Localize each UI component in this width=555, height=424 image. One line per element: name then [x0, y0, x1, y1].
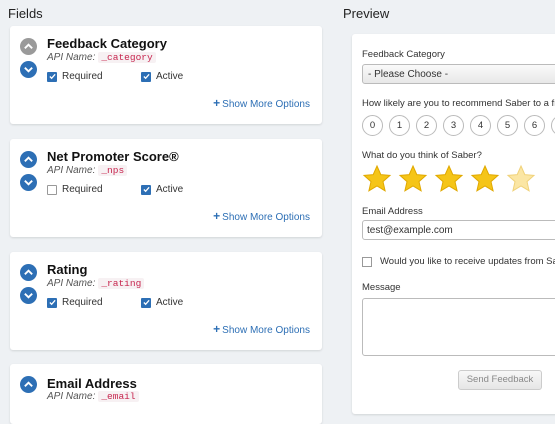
move-down-button[interactable]	[20, 61, 37, 78]
field-card-rating: Rating API Name: _rating Required Active …	[10, 252, 322, 350]
rating-question: What do you think of Saber?	[362, 150, 482, 161]
api-name: API Name: _nps	[47, 165, 128, 176]
active-checkbox[interactable]: Active	[141, 184, 183, 195]
email-label: Email Address	[362, 206, 423, 217]
email-input[interactable]: test@example.com	[362, 220, 555, 240]
field-card-email: Email Address API Name: _email	[10, 364, 322, 424]
star-rating[interactable]	[362, 164, 542, 194]
required-checkbox[interactable]: Required	[47, 184, 103, 195]
api-name: API Name: _category	[47, 52, 156, 63]
message-textarea[interactable]	[362, 298, 555, 356]
chevron-up-icon	[24, 381, 33, 387]
move-up-button[interactable]	[20, 38, 37, 55]
show-more-options-link[interactable]: + Show More Options	[213, 209, 310, 223]
category-label: Feedback Category	[362, 49, 445, 60]
move-up-button[interactable]	[20, 264, 37, 281]
move-down-button[interactable]	[20, 287, 37, 304]
nps-option[interactable]: 4	[470, 115, 491, 136]
show-more-options-link[interactable]: + Show More Options	[213, 322, 310, 336]
chevron-up-icon	[24, 269, 33, 275]
required-checkbox[interactable]: Required	[47, 71, 103, 82]
required-checkbox[interactable]: Required	[47, 297, 103, 308]
chevron-down-icon	[24, 180, 33, 186]
field-title: Email Address	[47, 376, 137, 391]
nps-option[interactable]: 7	[551, 115, 555, 136]
star-icon[interactable]	[362, 164, 392, 194]
send-feedback-button[interactable]: Send Feedback	[458, 370, 542, 390]
chevron-up-icon	[24, 43, 33, 49]
field-title: Net Promoter Score®	[47, 149, 179, 164]
field-card-nps: Net Promoter Score® API Name: _nps Requir…	[10, 139, 322, 237]
preview-panel: Feedback Category - Please Choose - How …	[352, 34, 555, 414]
move-down-button[interactable]	[20, 174, 37, 191]
field-title: Feedback Category	[47, 36, 167, 51]
preview-heading: Preview	[343, 6, 390, 21]
active-checkbox[interactable]: Active	[141, 297, 183, 308]
nps-option[interactable]: 0	[362, 115, 383, 136]
show-more-options-link[interactable]: + Show More Options	[213, 96, 310, 110]
move-up-button[interactable]	[20, 376, 37, 393]
star-icon[interactable]	[434, 164, 464, 194]
nps-scale: 01234567	[362, 115, 555, 136]
fields-heading: Fields	[8, 6, 43, 21]
category-select[interactable]: - Please Choose -	[362, 64, 555, 84]
field-title: Rating	[47, 262, 88, 277]
star-icon[interactable]	[398, 164, 428, 194]
chevron-down-icon	[24, 67, 33, 73]
chevron-down-icon	[24, 293, 33, 299]
updates-checkbox[interactable]: Would you like to receive updates from S…	[362, 256, 555, 267]
field-card-category: Feedback Category API Name: _category Req…	[10, 26, 322, 124]
nps-option[interactable]: 6	[524, 115, 545, 136]
chevron-up-icon	[24, 156, 33, 162]
message-label: Message	[362, 282, 401, 293]
active-checkbox[interactable]: Active	[141, 71, 183, 82]
nps-option[interactable]: 1	[389, 115, 410, 136]
star-icon[interactable]	[470, 164, 500, 194]
nps-option[interactable]: 5	[497, 115, 518, 136]
api-name: API Name: _rating	[47, 278, 145, 289]
nps-question: How likely are you to recommend Saber to…	[362, 98, 555, 109]
api-name: API Name: _email	[47, 391, 139, 402]
nps-option[interactable]: 3	[443, 115, 464, 136]
move-up-button[interactable]	[20, 151, 37, 168]
star-icon[interactable]	[506, 164, 536, 194]
nps-option[interactable]: 2	[416, 115, 437, 136]
